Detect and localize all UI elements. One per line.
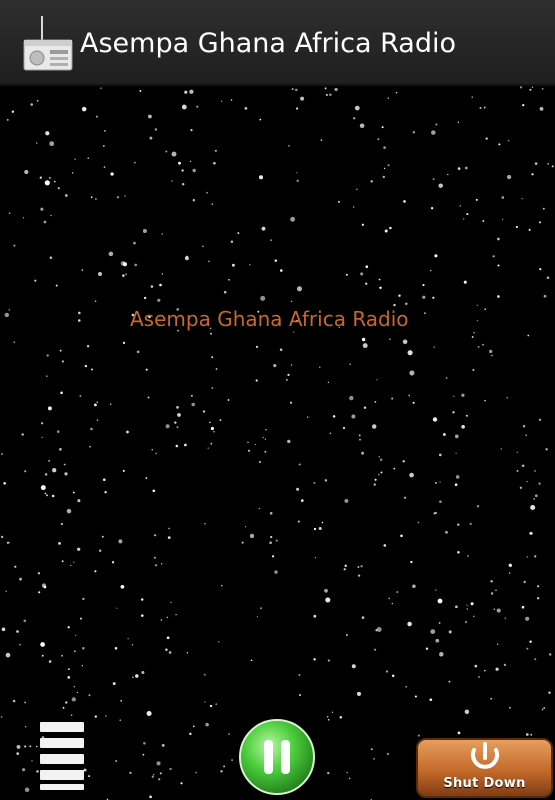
shutdown-button[interactable]: Shut Down (416, 738, 553, 798)
app-title: Asempa Ghana Africa Radio (80, 28, 456, 59)
shutdown-label: Shut Down (443, 776, 526, 791)
menu-button[interactable] (38, 718, 86, 790)
starfield-background (0, 86, 554, 800)
pause-button[interactable] (238, 718, 316, 796)
station-label: Asempa Ghana Africa Radio (130, 307, 409, 331)
action-bar: Asempa Ghana Africa Radio (0, 0, 555, 86)
radio-icon[interactable] (22, 14, 74, 72)
app-screen: Asempa Ghana Africa Radio Asempa Ghana A… (0, 0, 555, 800)
